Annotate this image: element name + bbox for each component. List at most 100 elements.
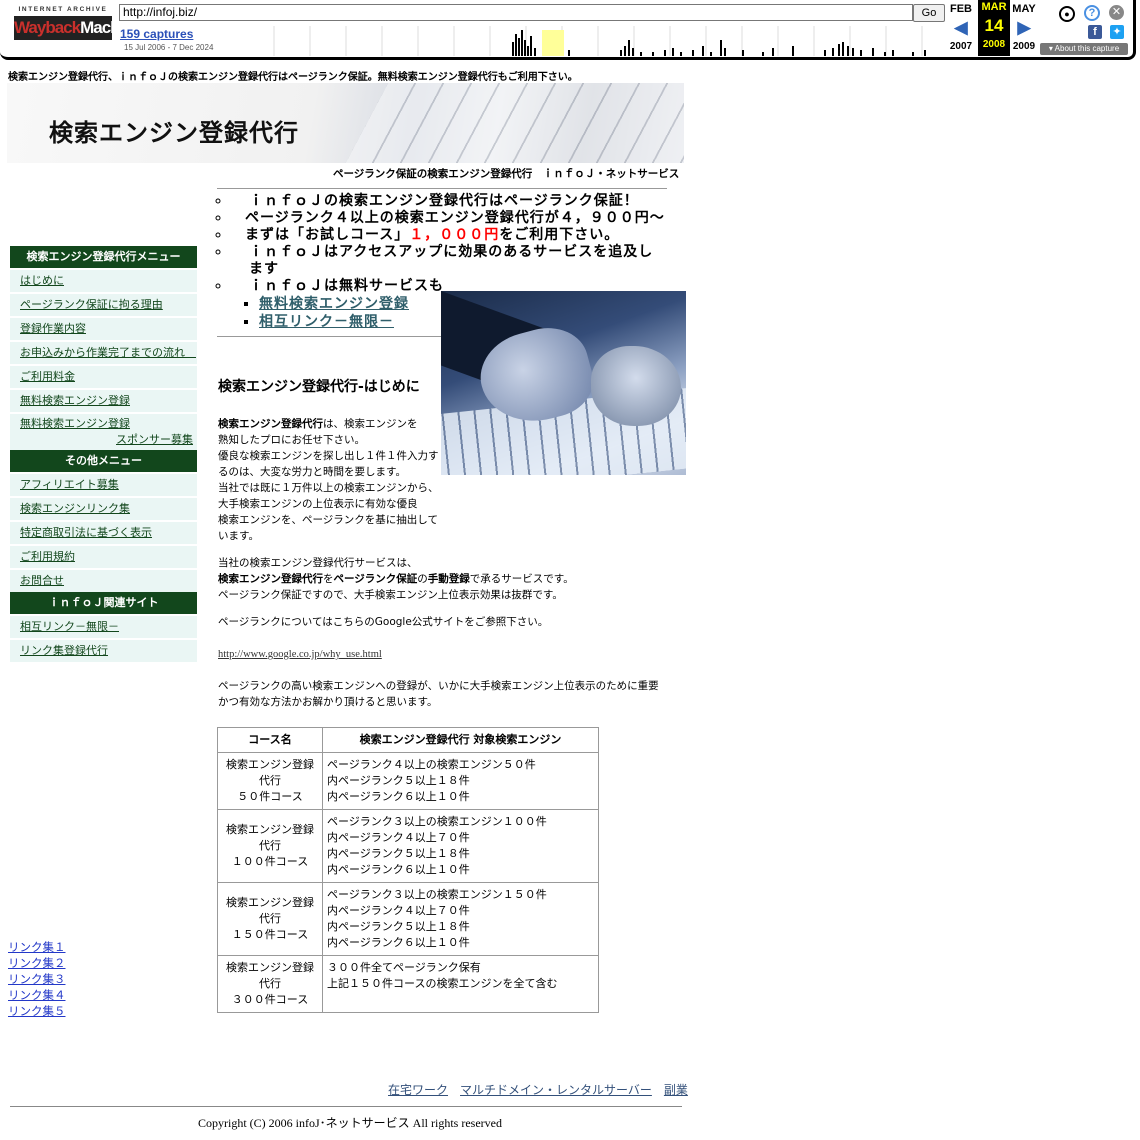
go-button[interactable]: Go — [913, 4, 945, 22]
intro-paragraph-4: ページランクの高い検索エンジンへの登録が、いかに大手検索エンジン上位表示のために… — [218, 680, 659, 708]
sidebar-item-label: ページランク保証に拘る理由 — [20, 298, 163, 311]
sidebar-main-item[interactable]: 登録作業内容 — [10, 316, 197, 340]
link-set-link[interactable]: リンク集５ — [8, 1003, 66, 1019]
sidebar-item-label: 検索エンジンリンク集 — [20, 502, 130, 515]
url-input[interactable]: http://infoj.biz/ — [119, 4, 913, 21]
sidebar-item-label: 特定商取引法に基づく表示 — [20, 526, 152, 539]
captures-link[interactable]: 159 captures — [120, 27, 193, 41]
sidebar: 検索エンジン登録代行メニュー はじめに ページランク保証に拘る理由 登録作業内容 お申… — [10, 246, 197, 662]
capture-bar — [624, 46, 626, 56]
sidebar-main-item[interactable]: はじめに — [10, 268, 197, 292]
capture-bar — [518, 38, 520, 56]
feature-item: ｉｎｆｏＪはアクセスアップに効果のあるサービスを追及します — [231, 244, 667, 278]
capture-bar — [762, 52, 764, 56]
footer-links: 在宅ワーク マルチドメイン・レンタルサーバー 副業 — [388, 1081, 700, 1098]
course-name-cell: 検索エンジン登録 代行 ３００件コース — [217, 955, 323, 1013]
prev-month: FEB — [950, 3, 972, 15]
current-month-column: MAR 14 2008 — [978, 0, 1010, 56]
capture-bar — [530, 36, 532, 56]
facebook-icon[interactable]: f — [1088, 25, 1102, 39]
capture-bar — [792, 46, 794, 56]
next-month: MAY — [1012, 3, 1036, 15]
sidebar-related-item[interactable]: 相互リンク－無限－ — [10, 614, 197, 638]
close-icon[interactable]: ✕ — [1109, 5, 1124, 20]
sidebar-other-item[interactable]: ご利用規約 — [10, 544, 197, 568]
user-account-icon[interactable]: ● — [1059, 6, 1075, 22]
sidebar-item-sponsor[interactable]: 無料検索エンジン登録 スポンサー募集 — [10, 412, 197, 450]
logo-main-text: WaybackMachine — [14, 16, 142, 40]
google-pagerank-link[interactable]: http://www.google.co.jp/why_use.html — [218, 647, 382, 663]
capture-bar — [652, 52, 654, 56]
feature-item: ページランク４以上の検索エンジン登録代行が４，９００円～ — [231, 210, 667, 227]
sidebar-item-label: お申込みから作業完了までの流れ — [20, 346, 196, 359]
footer-divider — [10, 1106, 682, 1107]
next-month-column[interactable]: MAY ▶ 2009 — [1008, 2, 1040, 54]
help-icon[interactable]: ? — [1084, 5, 1100, 21]
sidebar-item-label: ご利用料金 — [20, 370, 75, 383]
course-name-cell: 検索エンジン登録 代行 １５０件コース — [217, 882, 323, 956]
link-set-link[interactable]: リンク集２ — [8, 955, 66, 971]
capture-bar — [534, 48, 536, 56]
sidebar-heading-other: その他メニュー — [10, 450, 197, 472]
prev-year: 2007 — [949, 41, 973, 52]
link-set-link[interactable]: リンク集３ — [8, 971, 66, 987]
capture-sparkline[interactable] — [272, 26, 942, 56]
sidebar-main-item[interactable]: ページランク保証に拘る理由 — [10, 292, 197, 316]
keyboard-image — [340, 83, 684, 163]
sidebar-related-item[interactable]: リンク集登録代行 — [10, 638, 197, 662]
capture-bar — [860, 50, 862, 56]
table-header: コース名 — [217, 727, 323, 753]
capture-bar — [527, 46, 529, 56]
sidebar-main-item[interactable]: 無料検索エンジン登録 — [10, 388, 197, 412]
next-arrow-icon[interactable]: ▶ — [1008, 16, 1040, 40]
course-desc-cell: ３００件全てページランク保有 上記１５０件コースの検索エンジンを全て含む — [322, 955, 599, 1013]
current-day: 14 — [984, 16, 1004, 35]
prev-month-column[interactable]: FEB ◀ 2007 — [945, 2, 977, 54]
copyright: Copyright (C) 2006 infoJ･ネットサービス All rig… — [198, 1116, 502, 1130]
intro-paragraph-1: 検索エンジン登録代行は、検索エンジンを 熟知したプロにお任せ下さい。 優良な検索… — [218, 418, 439, 542]
footer-link[interactable]: 在宅ワーク — [388, 1083, 448, 1097]
course-desc-cell: ページランク３以上の検索エンジン１００件 内ページランク４以上７０件 内ページランク… — [322, 809, 599, 883]
divider — [217, 336, 441, 337]
twitter-icon[interactable]: ✦ — [1110, 25, 1124, 39]
sidebar-item-label: お問合せ — [20, 574, 64, 587]
capture-bar — [632, 48, 634, 56]
next-year: 2009 — [1012, 41, 1036, 52]
banner-title: 検索エンジン登録代行 — [49, 119, 299, 147]
sidebar-other-item[interactable]: 検索エンジンリンク集 — [10, 496, 197, 520]
current-year: 2008 — [982, 39, 1006, 50]
capture-bar — [524, 40, 526, 56]
wayback-logo[interactable]: INTERNET ARCHIVE WaybackMachine — [14, 6, 142, 46]
capture-bar — [521, 30, 523, 56]
prev-arrow-icon[interactable]: ◀ — [945, 16, 977, 40]
sidebar-main-item[interactable]: お申込みから作業完了までの流れ — [10, 340, 197, 364]
capture-bar — [512, 42, 514, 56]
capture-bar — [568, 50, 570, 56]
footer-link[interactable]: 副業 — [664, 1083, 688, 1097]
about-capture-button[interactable]: ▾ About this capture — [1040, 43, 1128, 55]
capture-bar — [710, 52, 712, 56]
capture-bar — [640, 52, 642, 56]
feature-item: ｉｎｆｏＪの検索エンジン登録代行はページランク保証！ — [231, 193, 667, 210]
sidebar-other-item[interactable]: お問合せ — [10, 568, 197, 592]
sidebar-item-label: 無料検索エンジン登録 — [20, 394, 130, 407]
capture-bar — [620, 50, 622, 56]
sidebar-main-item[interactable]: ご利用料金 — [10, 364, 197, 388]
capture-bar — [692, 50, 694, 56]
sidebar-item-label: リンク集登録代行 — [20, 644, 108, 657]
sidebar-other-item[interactable]: 特定商取引法に基づく表示 — [10, 520, 197, 544]
capture-bar — [672, 48, 674, 56]
table-row: 検索エンジン登録 代行 １００件コース ページランク３以上の検索エンジン１００件 内ペー… — [217, 809, 599, 883]
sidebar-item-label: アフィリエイト募集 — [20, 478, 119, 491]
sidebar-other-item[interactable]: アフィリエイト募集 — [10, 472, 197, 496]
capture-bar — [742, 50, 744, 56]
sidebar-item-label: はじめに — [20, 274, 64, 287]
footer-link[interactable]: マルチドメイン・レンタルサーバー — [460, 1083, 652, 1097]
site-subtitle: ページランク保証の検索エンジン登録代行 ｉｎｆｏＪ・ネットサービス — [333, 168, 680, 180]
wayback-toolbar: INTERNET ARCHIVE WaybackMachine http://i… — [0, 0, 1136, 60]
link-set-link[interactable]: リンク集１ — [8, 939, 66, 955]
capture-bar — [872, 48, 874, 56]
sidebar-item-label: ご利用規約 — [20, 550, 75, 563]
sidebar-item-label: 相互リンク－無限－ — [20, 620, 119, 633]
link-set-link[interactable]: リンク集４ — [8, 987, 66, 1003]
